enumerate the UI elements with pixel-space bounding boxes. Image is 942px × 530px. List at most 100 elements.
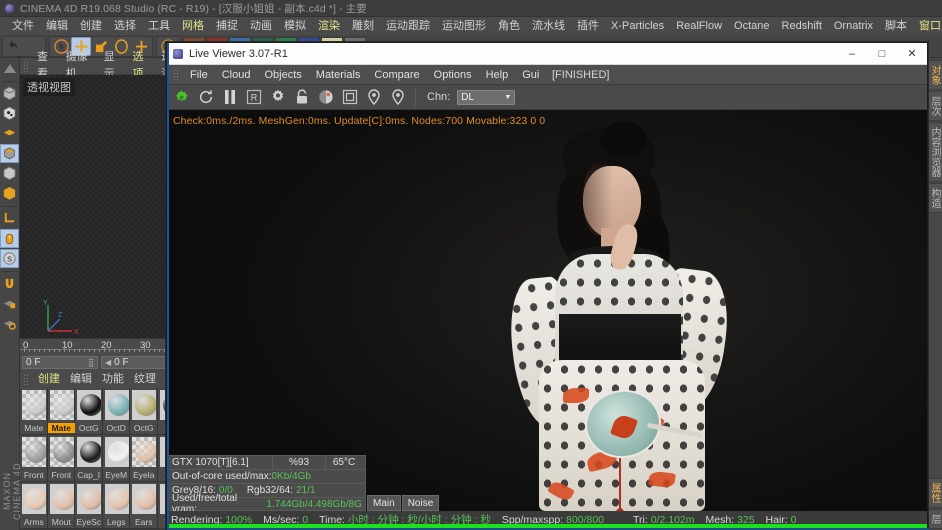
timeline-tickmark <box>149 349 150 352</box>
model-mode-icon[interactable] <box>0 84 19 103</box>
main-menu-item-1[interactable]: 编辑 <box>40 17 74 35</box>
material-name: Front <box>51 470 72 480</box>
main-menu-item-9[interactable]: 渲染 <box>312 17 346 35</box>
material-cell[interactable]: Ears <box>130 482 158 529</box>
main-menu-item-0[interactable]: 文件 <box>6 17 40 35</box>
timeline-tickmark <box>84 349 85 352</box>
pause-icon[interactable] <box>221 89 238 106</box>
main-menu-item-5[interactable]: 网格 <box>176 17 210 35</box>
timeline-ruler[interactable]: 010203040 <box>20 338 190 354</box>
settings-gear-icon[interactable] <box>269 89 286 106</box>
close-icon[interactable]: ✕ <box>897 43 927 65</box>
undo-icon[interactable] <box>4 37 24 56</box>
live-viewer-menu-compare[interactable]: Compare <box>367 65 426 85</box>
refresh-icon[interactable] <box>197 89 214 106</box>
minimize-icon[interactable]: – <box>837 43 867 65</box>
main-menu-item-13[interactable]: 角色 <box>492 17 526 35</box>
main-menu-item-14[interactable]: 流水线 <box>526 17 571 35</box>
material-name: Mate <box>47 423 75 433</box>
render-start-icon[interactable] <box>173 89 190 106</box>
points-mode-icon[interactable] <box>0 164 19 183</box>
material-cell[interactable]: OctG <box>75 388 103 435</box>
live-viewer-titlebar[interactable]: Live Viewer 3.07-R1 – □ ✕ <box>167 43 927 65</box>
material-cell[interactable]: OctG <box>130 388 158 435</box>
live-viewer-menu-cloud[interactable]: Cloud <box>215 65 258 85</box>
main-menu-item-2[interactable]: 创建 <box>74 17 108 35</box>
live-viewer-menu-help[interactable]: Help <box>479 65 516 85</box>
noise-pass-button[interactable]: Noise <box>401 495 440 511</box>
timeline-tickmark <box>44 349 45 352</box>
main-menu-item-7[interactable]: 动画 <box>244 17 278 35</box>
edges-mode-icon[interactable] <box>0 184 19 203</box>
material-cell[interactable]: Front <box>20 435 48 482</box>
workplane-icon[interactable] <box>0 314 19 333</box>
maximize-icon[interactable]: □ <box>867 43 897 65</box>
material-cell[interactable]: EyeSc <box>75 482 103 529</box>
main-menu-item-4[interactable]: 工具 <box>142 17 176 35</box>
lock-workplane-icon[interactable] <box>0 294 19 313</box>
live-viewer-grip[interactable] <box>173 69 180 80</box>
live-viewer-menu-options[interactable]: Options <box>427 65 479 85</box>
material-cell[interactable]: Mout <box>47 482 75 529</box>
main-menu-item-20[interactable]: Ornatrix <box>828 17 879 35</box>
material-grid[interactable]: MateMateOctGOctDOctGSidFrontFrontCap_IEy… <box>20 388 185 530</box>
timeline-tickmark <box>134 349 135 352</box>
live-viewer-menu-materials[interactable]: Materials <box>309 65 368 85</box>
lock-icon[interactable] <box>293 89 310 106</box>
main-menu-item-12[interactable]: 运动图形 <box>436 17 492 35</box>
main-menu-item-3[interactable]: 选择 <box>108 17 142 35</box>
axis-modify-icon[interactable] <box>0 209 19 228</box>
main-menu-item-19[interactable]: Redshift <box>776 17 828 35</box>
main-menu-item-10[interactable]: 雕刻 <box>346 17 380 35</box>
main-menu-item-22[interactable]: 窗口 <box>913 17 942 35</box>
object-mode-icon[interactable] <box>0 104 19 123</box>
render-canvas[interactable]: Check:0ms./2ms. MeshGen:0ms. Update[C]:0… <box>167 110 927 511</box>
material-sphere-icon[interactable] <box>317 89 334 106</box>
region-render-icon[interactable]: R <box>245 89 262 106</box>
picture-in-picture-icon[interactable] <box>341 89 358 106</box>
sculpt-tool-icon[interactable] <box>0 59 19 78</box>
main-menu-item-15[interactable]: 插件 <box>571 17 605 35</box>
pin-alt-icon[interactable] <box>389 89 406 106</box>
material-cell[interactable]: OctD <box>102 388 130 435</box>
main-pass-button[interactable]: Main <box>367 495 401 511</box>
magnet-snap-icon[interactable] <box>0 274 19 293</box>
viewport-canvas[interactable]: 透视视图 Y X Z <box>20 75 185 338</box>
main-menu-item-21[interactable]: 脚本 <box>879 17 913 35</box>
material-cell[interactable]: Eyela <box>130 435 158 482</box>
material-menu-1[interactable]: 编辑 <box>65 371 97 388</box>
timeline-tickmark <box>99 349 100 352</box>
material-cell[interactable]: Cap_I <box>75 435 103 482</box>
texture-mode-icon[interactable] <box>0 144 19 163</box>
material-menu-0[interactable]: 创建 <box>33 371 65 388</box>
channel-select[interactable]: DL ▼ <box>457 89 516 105</box>
black-sash <box>559 314 681 364</box>
main-menu-item-8[interactable]: 模拟 <box>278 17 312 35</box>
material-cell[interactable]: Mate <box>47 388 75 435</box>
live-viewer-menu-gui[interactable]: Gui <box>515 65 546 85</box>
main-menu-item-11[interactable]: 运动跟踪 <box>380 17 436 35</box>
material-panel-grip[interactable] <box>23 374 30 385</box>
main-menu-item-16[interactable]: X-Particles <box>605 17 670 35</box>
material-cell[interactable]: EyeM <box>102 435 130 482</box>
material-cell[interactable]: Front <box>47 435 75 482</box>
stepper-icon[interactable]: ⣿ <box>88 358 94 367</box>
main-menu-item-6[interactable]: 捕捉 <box>210 17 244 35</box>
timeline-tickmark <box>69 349 70 352</box>
material-cell[interactable]: Mate <box>20 388 48 435</box>
panel-grip-handle[interactable] <box>23 60 29 72</box>
scale-snap-icon[interactable]: S <box>0 249 19 268</box>
gpu-usage: %93 <box>288 457 309 468</box>
live-viewer-menu-objects[interactable]: Objects <box>257 65 308 85</box>
current-frame-field[interactable]: 0 F ⣿ <box>22 356 98 369</box>
live-viewer-menu-file[interactable]: File <box>183 65 215 85</box>
material-menu-2[interactable]: 功能 <box>97 371 129 388</box>
pin-icon[interactable] <box>365 89 382 106</box>
material-menu-3[interactable]: 纹理 <box>129 371 161 388</box>
mouse-input-icon[interactable] <box>0 229 19 248</box>
material-cell[interactable]: Legs <box>102 482 130 529</box>
main-menu-item-18[interactable]: Octane <box>728 17 775 35</box>
main-menu-item-17[interactable]: RealFlow <box>670 17 728 35</box>
material-cell[interactable]: Arms <box>20 482 48 529</box>
polygon-mode-icon[interactable] <box>0 124 19 143</box>
